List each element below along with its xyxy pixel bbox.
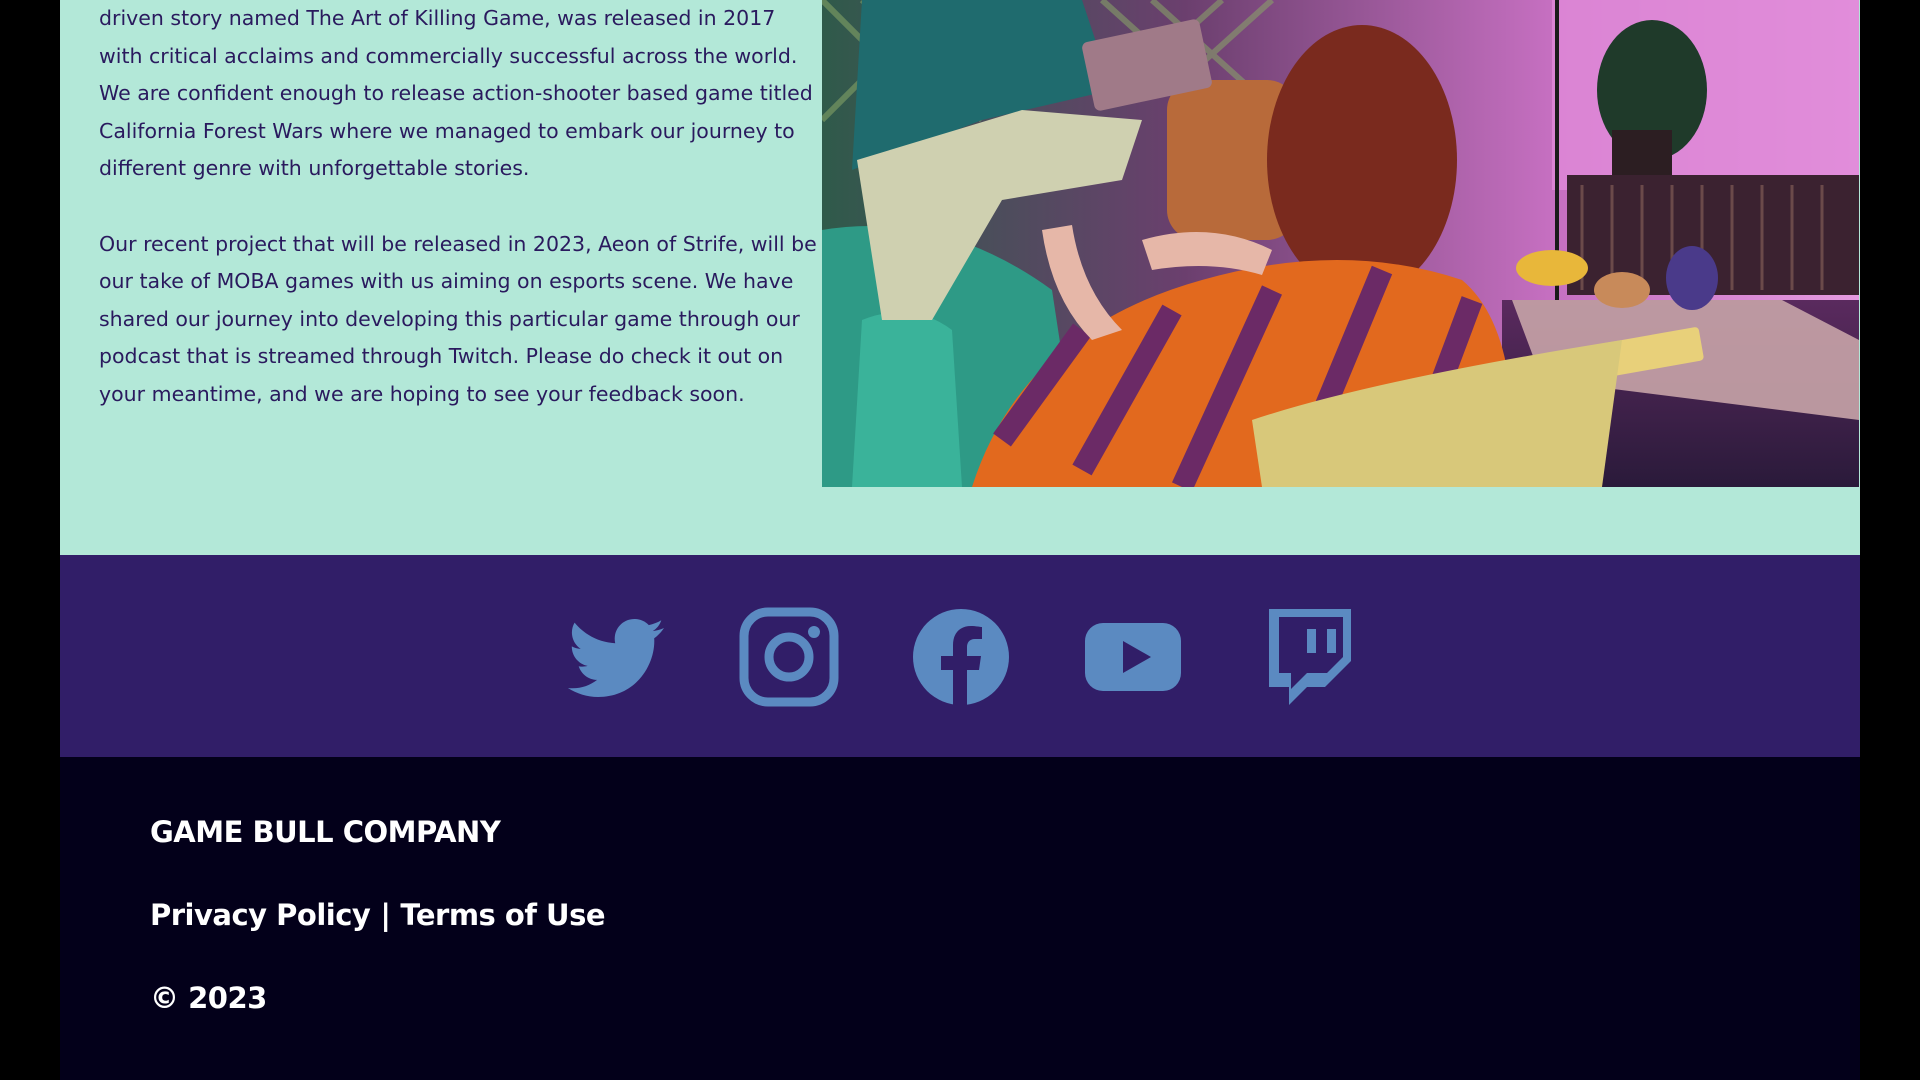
youtube-icon[interactable] [1083,607,1183,707]
about-paragraph-2: Our recent project that will be released… [99,231,817,406]
about-paragraph-1: driven story named The Art of Killing Ga… [99,6,813,181]
footer: GAME BULL COMPANY Privacy Policy | Terms o… [60,757,1860,1080]
facebook-icon[interactable] [911,607,1011,707]
about-text: driven story named The Art of Killing Ga… [99,0,819,451]
page: driven story named The Art of Killing Ga… [60,0,1860,1080]
twitter-icon[interactable] [566,607,666,707]
terms-of-use-link[interactable]: Terms of Use [400,898,605,932]
privacy-policy-link[interactable]: Privacy Policy [150,898,371,932]
link-separator: | [380,898,391,932]
company-name: GAME BULL COMPANY [150,815,501,849]
about-section: driven story named The Art of Killing Ga… [60,0,1860,555]
social-bar [60,555,1860,757]
twitch-icon[interactable] [1255,607,1355,707]
instagram-icon[interactable] [739,607,839,707]
footer-links: Privacy Policy | Terms of Use [150,898,606,932]
team-photo [822,0,1859,487]
copyright: © 2023 [150,981,267,1015]
